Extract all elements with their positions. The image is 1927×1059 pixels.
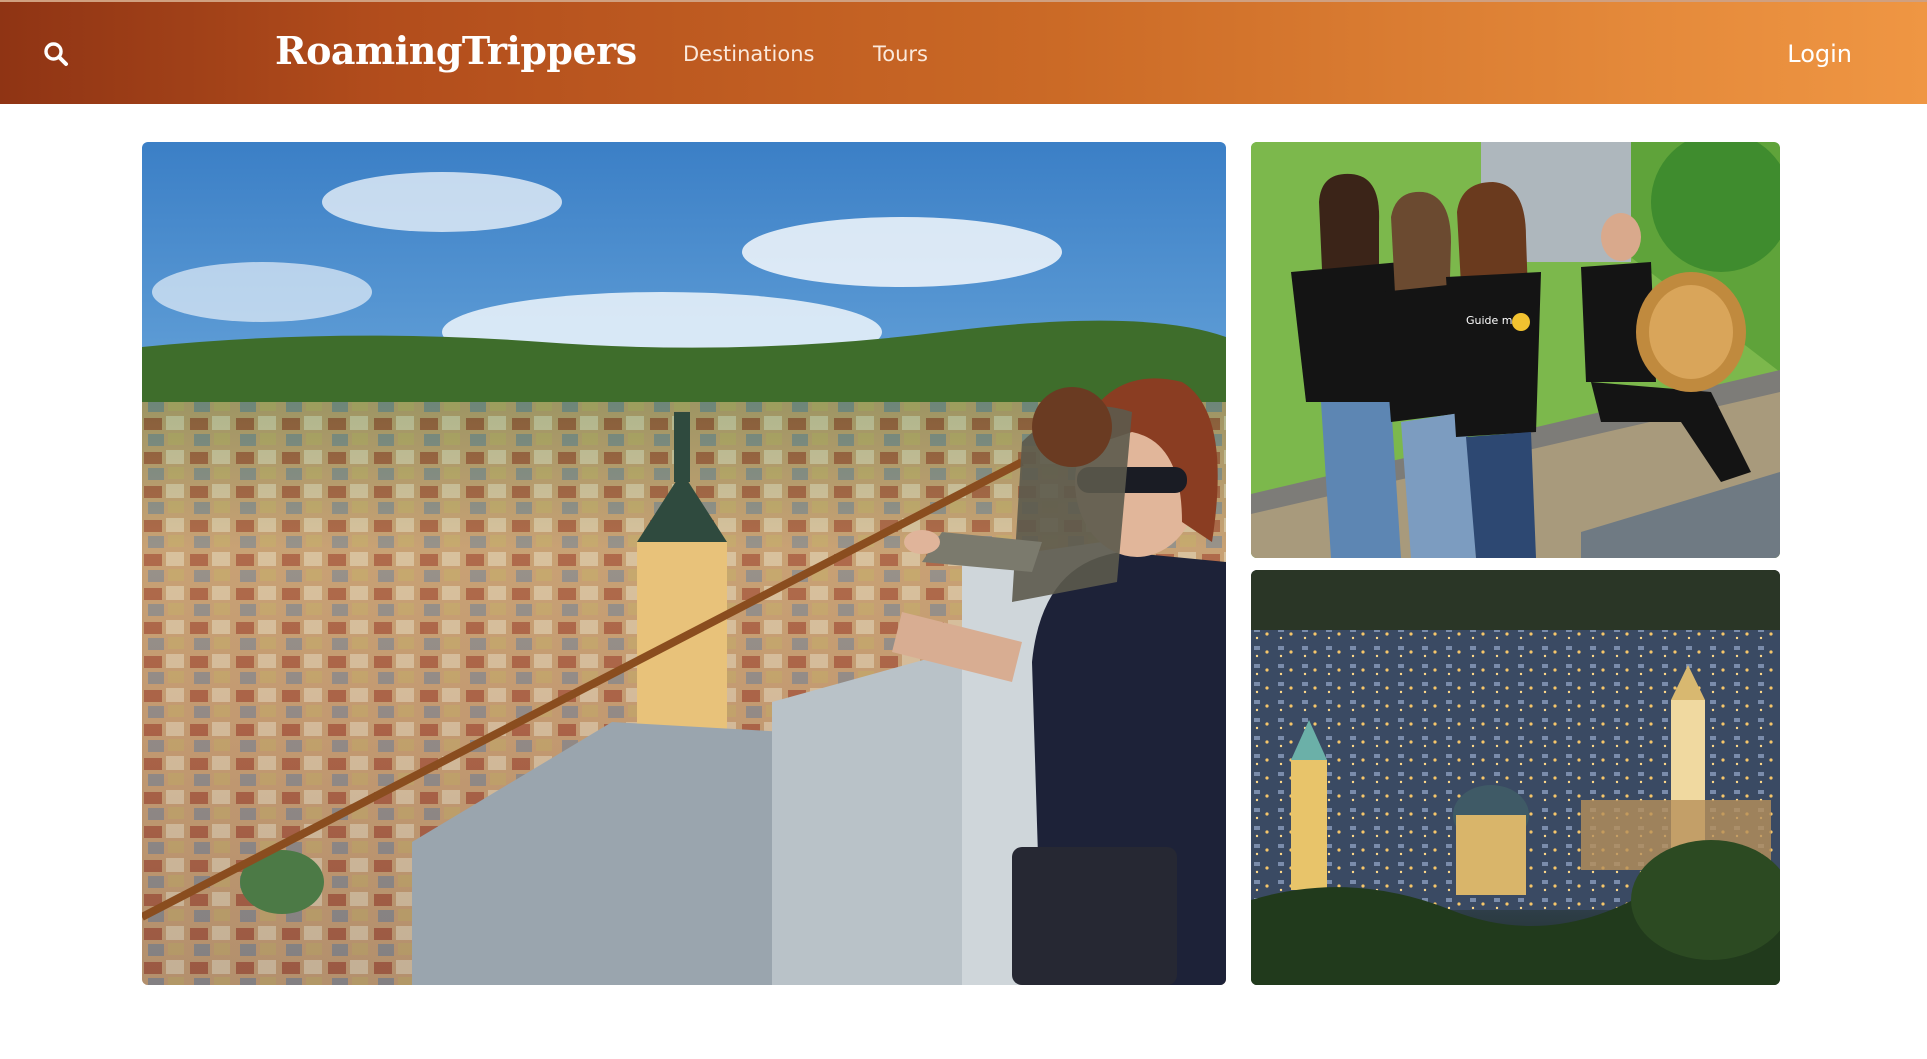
nav-link-tours[interactable]: Tours (873, 42, 928, 66)
shirt-text: Guide me (1466, 314, 1520, 327)
night-city-photo (1251, 570, 1780, 985)
login-link[interactable]: Login (1787, 40, 1852, 68)
top-navigation-bar: RoamingTrippers Destinations Tours Login (0, 0, 1927, 104)
brand-logo[interactable]: RoamingTrippers (275, 28, 637, 73)
gallery-image-tour-guides[interactable]: Guide me (1251, 142, 1780, 558)
gallery-image-rooftop-view[interactable] (142, 142, 1226, 985)
search-icon (44, 42, 68, 66)
search-button[interactable] (36, 34, 76, 74)
gallery-image-night-city[interactable] (1251, 570, 1780, 985)
tour-guides-photo: Guide me (1251, 142, 1780, 558)
rooftop-view-photo (142, 142, 1226, 985)
nav-link-destinations[interactable]: Destinations (683, 42, 814, 66)
